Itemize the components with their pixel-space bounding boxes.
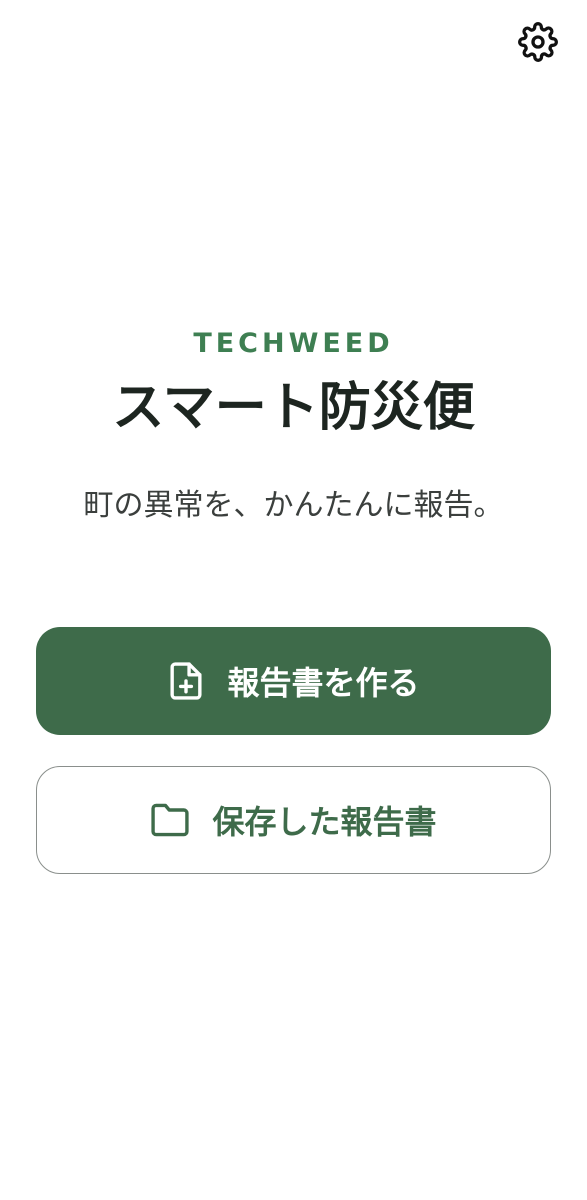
create-report-button[interactable]: 報告書を作る	[36, 627, 551, 735]
settings-button[interactable]	[516, 20, 560, 64]
gear-icon	[518, 22, 558, 62]
app-title: スマート防災便	[112, 378, 475, 438]
tagline: 町の異常を、かんたんに報告。	[83, 488, 504, 523]
create-report-label: 報告書を作る	[227, 664, 420, 702]
brand-name: TECHWEED	[193, 328, 394, 359]
saved-reports-button[interactable]: 保存した報告書	[36, 766, 551, 874]
file-plus-icon	[167, 661, 205, 701]
folder-icon	[150, 803, 190, 837]
saved-reports-label: 保存した報告書	[212, 803, 437, 841]
